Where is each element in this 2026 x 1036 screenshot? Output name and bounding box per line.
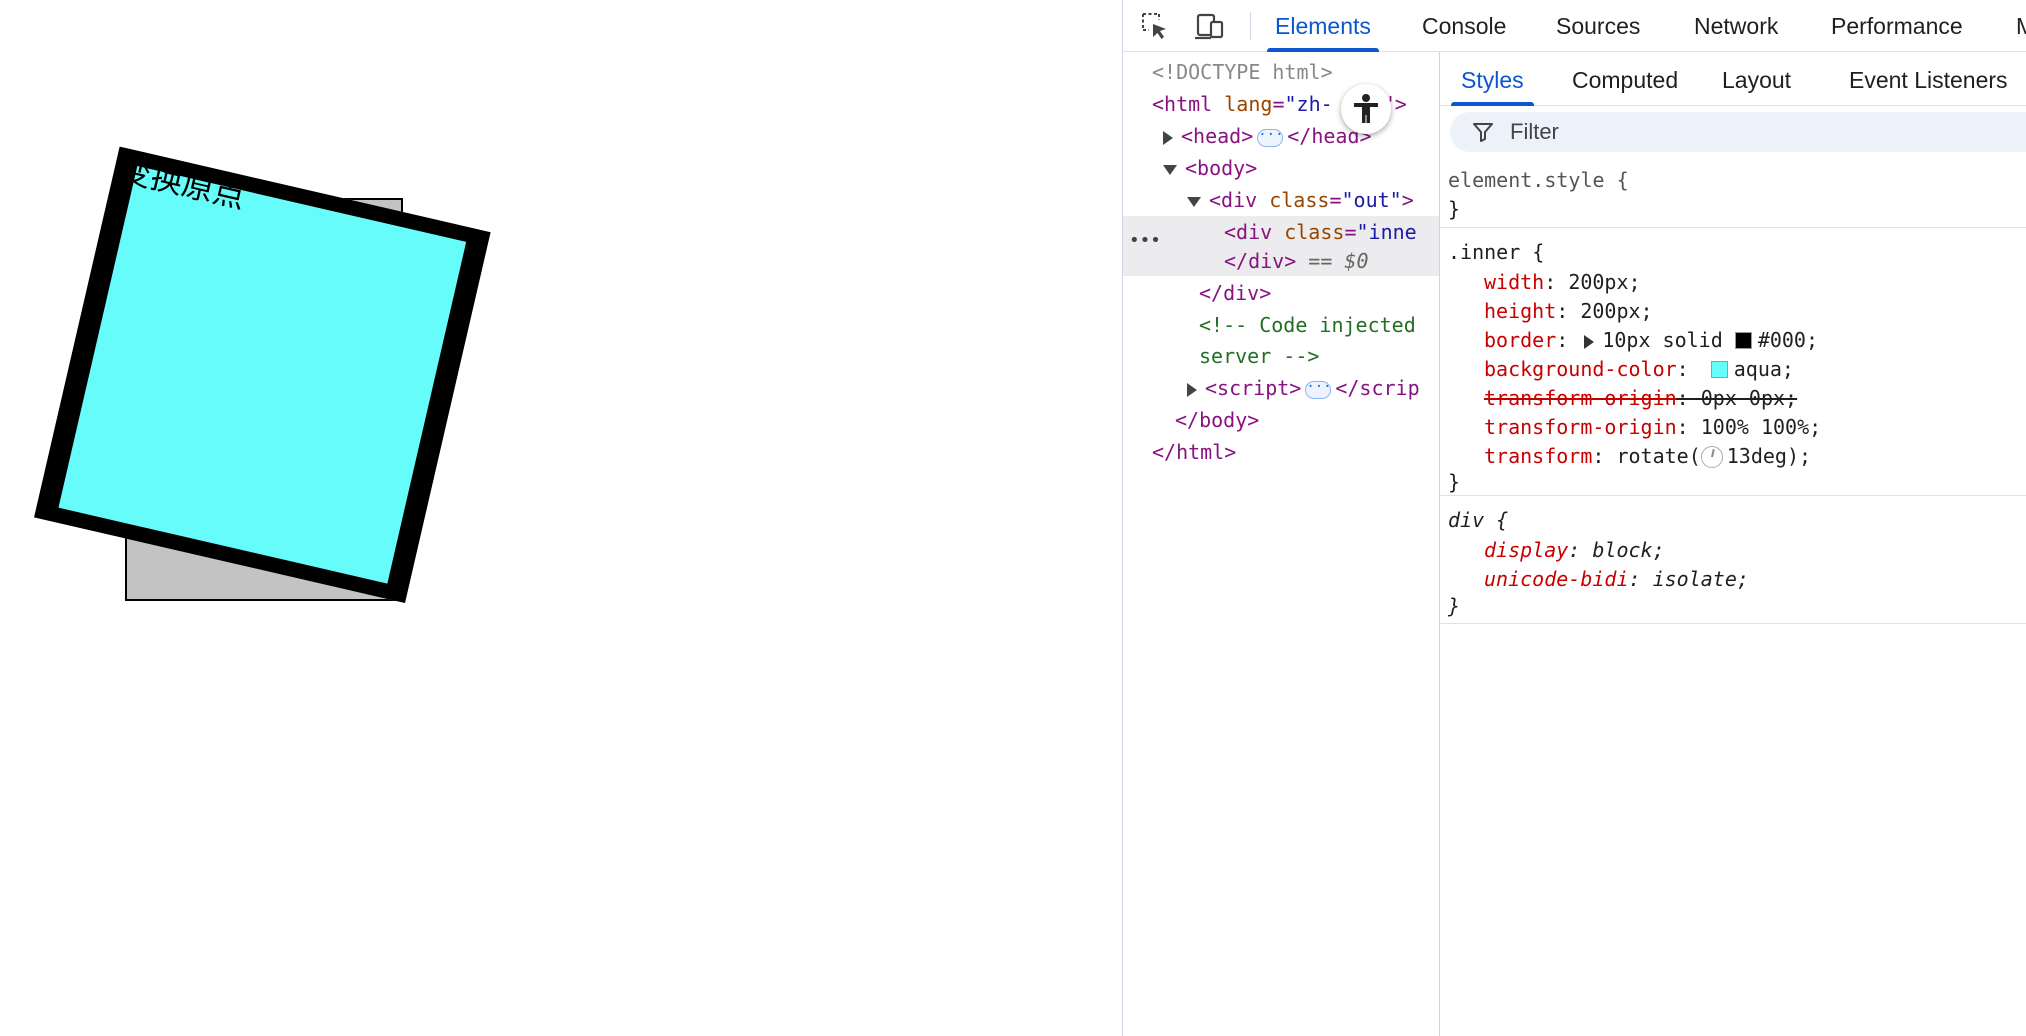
rule-selector[interactable]: div { — [1448, 508, 1508, 532]
color-swatch-aqua[interactable] — [1710, 361, 1728, 378]
doctype-node[interactable]: <!DOCTYPE html> — [1152, 57, 1333, 87]
head-node[interactable]: <head> ··· </head> — [1163, 121, 1372, 151]
devtools-toolbar: Elements Console Sources Network Perform… — [1123, 0, 2026, 52]
div-inner-close[interactable]: </div> == $0 — [1224, 246, 1369, 276]
accessibility-tree-button[interactable] — [1341, 84, 1391, 134]
body-close[interactable]: </body> — [1175, 405, 1259, 435]
tab-overflow[interactable]: M — [2016, 0, 2026, 52]
filter-icon — [1473, 123, 1493, 142]
inner-box-body — [34, 146, 491, 604]
expand-arrow-icon[interactable] — [1163, 130, 1173, 145]
filter-placeholder: Filter — [1510, 119, 1559, 144]
decl-width[interactable]: width: 200px; — [1484, 268, 1641, 296]
tab-console[interactable]: Console — [1422, 0, 1506, 52]
accessibility-icon — [1354, 94, 1378, 123]
expand-arrow-icon[interactable] — [1187, 382, 1197, 397]
expand-shorthand-icon[interactable] — [1584, 334, 1595, 349]
sidebar-tabs: Styles Computed Layout Event Listeners — [1440, 52, 2026, 106]
inner-rotated-box[interactable]: 变换原点 — [34, 146, 491, 604]
collapse-arrow-icon[interactable] — [1187, 196, 1201, 207]
rule-div-user-agent: div { display: block; unicode-bidi: isol… — [1440, 496, 2026, 624]
color-swatch-black[interactable] — [1734, 332, 1752, 349]
collapse-arrow-icon[interactable] — [1163, 164, 1177, 175]
node-actions-icon[interactable]: ••• — [1129, 230, 1161, 251]
devtools-panel: Elements Console Sources Network Perform… — [1122, 0, 2026, 1036]
collapsed-children-icon[interactable]: ··· — [1257, 128, 1284, 147]
div-out-node[interactable]: <div class="out"> — [1187, 185, 1414, 215]
rule-selector[interactable]: element.style { — [1448, 168, 1629, 192]
selected-marker: == $0 — [1308, 249, 1369, 273]
tab-layout[interactable]: Layout — [1722, 52, 1791, 106]
tab-event-listeners[interactable]: Event Listeners — [1849, 52, 2008, 106]
tab-sources[interactable]: Sources — [1556, 0, 1640, 52]
tab-styles[interactable]: Styles — [1451, 52, 1534, 106]
div-inner-node[interactable]: <div class="inne — [1224, 217, 1417, 247]
decl-height[interactable]: height: 200px; — [1484, 297, 1653, 325]
decl-transform[interactable]: transform: rotate(13deg); — [1484, 442, 1811, 470]
angle-editor-icon[interactable] — [1700, 446, 1723, 468]
toolbar-separator — [1250, 12, 1251, 40]
body-node[interactable]: <body> — [1163, 153, 1257, 183]
script-node[interactable]: <script> ··· </scrip — [1187, 373, 1420, 403]
rule-element-style: element.style { } — [1440, 156, 2026, 228]
inspect-element-icon[interactable] — [1139, 10, 1171, 42]
dom-tree: ••• <!DOCTYPE html> <html lang="zh- "> <h… — [1123, 52, 1439, 1036]
rule-selector[interactable]: .inner { — [1448, 240, 1544, 264]
comment-node[interactable]: <!-- Code injected — [1199, 310, 1416, 340]
decl-display[interactable]: display: block; — [1484, 536, 1665, 564]
device-toggle-icon[interactable] — [1193, 10, 1225, 42]
tab-performance[interactable]: Performance — [1831, 0, 1963, 52]
decl-unicode-bidi[interactable]: unicode-bidi: isolate; — [1484, 565, 1749, 593]
html-close[interactable]: </html> — [1152, 437, 1236, 467]
styles-filter-input[interactable]: Filter — [1450, 112, 2026, 152]
decl-background-color[interactable]: background-color: aqua; — [1484, 355, 1794, 383]
decl-transform-origin-overridden[interactable]: transform-origin: 0px 0px; — [1484, 384, 1797, 412]
tab-elements[interactable]: Elements — [1267, 0, 1379, 52]
styles-pane: Styles Computed Layout Event Listeners F… — [1439, 52, 2026, 1036]
collapsed-children-icon[interactable]: ··· — [1305, 380, 1332, 399]
tab-network[interactable]: Network — [1694, 0, 1778, 52]
rule-inner: .inner { width: 200px; height: 200px; bo… — [1440, 228, 2026, 496]
decl-transform-origin[interactable]: transform-origin: 100% 100%; — [1484, 413, 1821, 441]
div-out-close[interactable]: </div> — [1199, 278, 1271, 308]
page-viewport: 变换原点 — [0, 0, 1122, 1036]
tab-computed[interactable]: Computed — [1572, 52, 1678, 106]
decl-border[interactable]: border: 10px solid #000; — [1484, 326, 1818, 354]
comment-node-line2[interactable]: server --> — [1199, 341, 1319, 371]
